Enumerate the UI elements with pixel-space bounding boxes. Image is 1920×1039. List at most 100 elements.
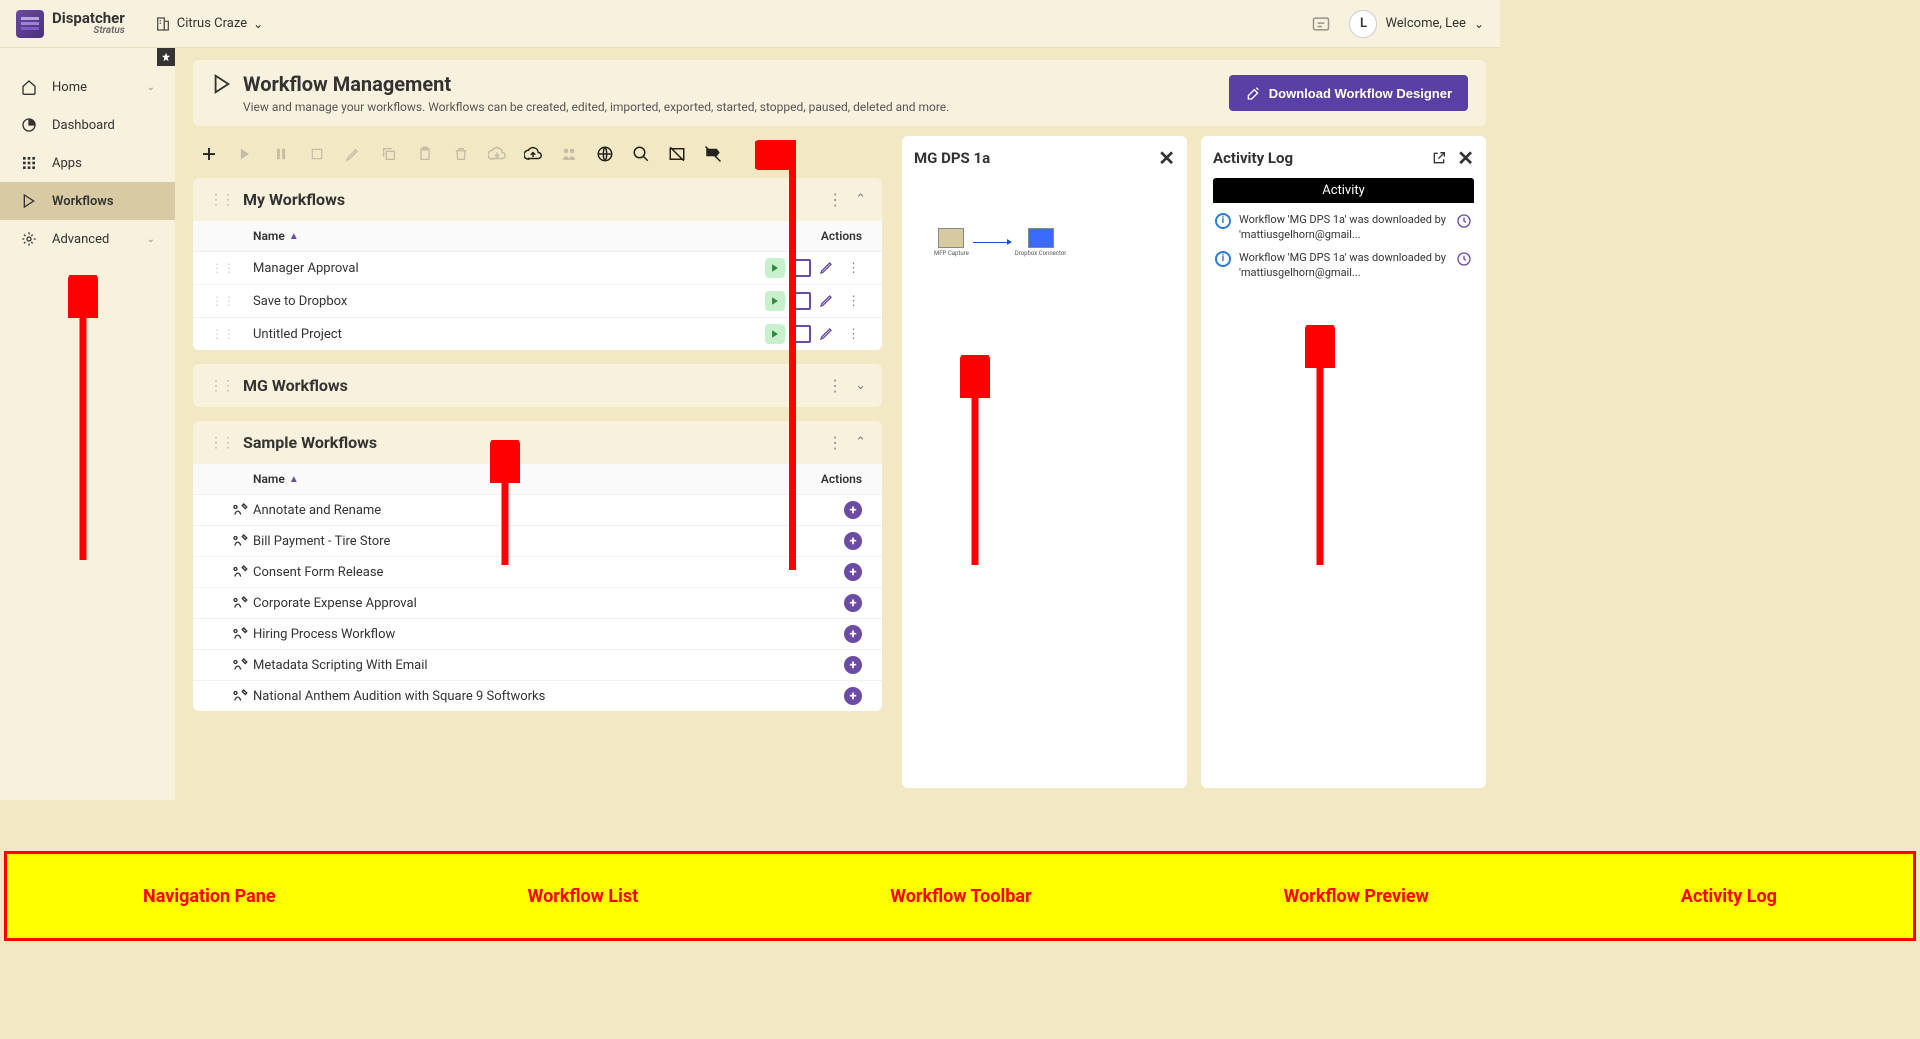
group-menu-button[interactable]: ⋮ (827, 190, 843, 209)
clock-icon (1456, 213, 1472, 243)
row-menu-button[interactable]: ⋮ (845, 294, 862, 309)
group-header[interactable]: ⋮⋮ MG Workflows ⋮ ⌄ (193, 364, 882, 407)
hide-preview-button[interactable] (667, 144, 687, 164)
pin-sidebar-button[interactable] (157, 48, 175, 66)
apps-icon (20, 154, 38, 172)
search-button[interactable] (631, 144, 651, 164)
tenant-switcher[interactable]: Citrus Craze ⌄ (145, 10, 273, 38)
drag-handle-icon[interactable]: ⋮⋮ (209, 378, 233, 394)
page-description: View and manage your workflows. Workflow… (243, 100, 1219, 114)
group-header[interactable]: ⋮⋮ Sample Workflows ⋮ ⌃ (193, 421, 882, 464)
top-bar: Dispatcher Stratus Citrus Craze ⌄ L Welc… (0, 0, 1500, 48)
user-menu[interactable]: L Welcome, Lee ⌄ (1349, 10, 1484, 38)
preview-canvas[interactable]: MFP Capture Dropbox Connector (914, 178, 1175, 778)
sidebar-item-home[interactable]: Home ⌄ (0, 68, 175, 106)
chevron-up-icon[interactable]: ⌃ (855, 435, 866, 450)
row-menu-button[interactable]: ⋮ (845, 327, 862, 342)
sample-icon (227, 656, 253, 674)
workflow-row[interactable]: ⋮⋮ Manager Approval ⋮ (193, 252, 882, 284)
play-button[interactable] (765, 324, 785, 344)
workflow-row[interactable]: Consent Form Release + (193, 556, 882, 587)
info-icon: i (1215, 251, 1231, 267)
chevron-down-icon[interactable]: ⌄ (855, 378, 866, 393)
activity-tab[interactable]: Activity (1213, 178, 1474, 203)
add-sample-button[interactable]: + (844, 594, 862, 612)
sort-asc-icon[interactable]: ▲ (289, 474, 299, 485)
workflow-row[interactable]: National Anthem Audition with Square 9 S… (193, 680, 882, 711)
add-sample-button[interactable]: + (844, 687, 862, 705)
drag-handle-icon[interactable]: ⋮⋮ (211, 261, 227, 275)
add-sample-button[interactable]: + (844, 656, 862, 674)
pause-button[interactable] (271, 144, 291, 164)
notifications-icon[interactable] (1311, 14, 1331, 34)
group-menu-button[interactable]: ⋮ (827, 433, 843, 452)
paste-button[interactable] (415, 144, 435, 164)
workflow-row[interactable]: Metadata Scripting With Email + (193, 649, 882, 680)
export-button[interactable] (523, 144, 543, 164)
brand-name: Dispatcher (52, 11, 125, 26)
workflow-row[interactable]: Annotate and Rename + (193, 495, 882, 525)
drag-handle-icon[interactable]: ⋮⋮ (211, 294, 227, 308)
edit-button[interactable] (343, 144, 363, 164)
stop-button[interactable] (793, 325, 811, 343)
close-icon[interactable]: ✕ (1158, 146, 1175, 170)
brand-logo: Dispatcher Stratus (16, 10, 125, 38)
navigation-pane: Home ⌄ Dashboard Apps Workflows Advanced… (0, 48, 175, 800)
add-sample-button[interactable]: + (844, 501, 862, 519)
play-button[interactable] (765, 258, 785, 278)
workflow-row[interactable]: Corporate Expense Approval + (193, 587, 882, 618)
stop-button[interactable] (307, 144, 327, 164)
sidebar-item-workflows[interactable]: Workflows (0, 182, 175, 220)
add-sample-button[interactable]: + (844, 532, 862, 550)
play-button[interactable] (765, 291, 785, 311)
chevron-down-icon: ⌄ (1474, 17, 1484, 31)
add-sample-button[interactable]: + (844, 563, 862, 581)
edit-button[interactable] (819, 259, 837, 277)
chevron-up-icon[interactable]: ⌃ (855, 192, 866, 207)
edit-button[interactable] (819, 292, 837, 310)
sidebar-item-apps[interactable]: Apps (0, 144, 175, 182)
workflow-name: Untitled Project (253, 327, 765, 342)
chevron-down-icon: ⌄ (147, 82, 155, 93)
page-header: Workflow Management View and manage your… (193, 60, 1486, 126)
hide-log-button[interactable] (703, 144, 723, 164)
globe-button[interactable] (595, 144, 615, 164)
sidebar-item-advanced[interactable]: Advanced ⌄ (0, 220, 175, 258)
edit-button[interactable] (819, 325, 837, 343)
annotation-label-nav: Navigation Pane (143, 886, 276, 907)
drag-handle-icon[interactable]: ⋮⋮ (211, 327, 227, 341)
workflow-row[interactable]: ⋮⋮ Save to Dropbox ⋮ (193, 284, 882, 317)
add-button[interactable] (199, 144, 219, 164)
close-icon[interactable]: ✕ (1457, 146, 1474, 170)
workflow-row[interactable]: Hiring Process Workflow + (193, 618, 882, 649)
group-header[interactable]: ⋮⋮ My Workflows ⋮ ⌃ (193, 178, 882, 221)
delete-button[interactable] (451, 144, 471, 164)
share-button[interactable] (559, 144, 579, 164)
workflow-name: Manager Approval (253, 261, 765, 276)
row-menu-button[interactable]: ⋮ (845, 261, 862, 276)
activity-log-entry: i Workflow 'MG DPS 1a' was downloaded by… (1213, 247, 1474, 285)
stop-button[interactable] (793, 292, 811, 310)
workflow-row[interactable]: Bill Payment - Tire Store + (193, 525, 882, 556)
tenant-name: Citrus Craze (177, 16, 247, 31)
workflow-name: Metadata Scripting With Email (253, 658, 844, 673)
play-button[interactable] (235, 144, 255, 164)
drag-handle-icon[interactable]: ⋮⋮ (209, 192, 233, 208)
chevron-down-icon: ⌄ (147, 234, 155, 245)
drag-handle-icon[interactable]: ⋮⋮ (209, 435, 233, 451)
dashboard-icon (20, 116, 38, 134)
popout-icon[interactable] (1431, 150, 1447, 166)
add-sample-button[interactable]: + (844, 625, 862, 643)
import-button[interactable] (487, 144, 507, 164)
sample-icon (227, 563, 253, 581)
brand-subtitle: Stratus (52, 26, 125, 36)
copy-button[interactable] (379, 144, 399, 164)
workflow-row[interactable]: ⋮⋮ Untitled Project ⋮ (193, 317, 882, 350)
activity-log-entry: i Workflow 'MG DPS 1a' was downloaded by… (1213, 209, 1474, 247)
group-menu-button[interactable]: ⋮ (827, 376, 843, 395)
sidebar-item-dashboard[interactable]: Dashboard (0, 106, 175, 144)
download-designer-button[interactable]: Download Workflow Designer (1229, 75, 1468, 111)
stop-button[interactable] (793, 259, 811, 277)
annotation-label-log: Activity Log (1681, 886, 1777, 907)
sort-asc-icon[interactable]: ▲ (289, 231, 299, 242)
